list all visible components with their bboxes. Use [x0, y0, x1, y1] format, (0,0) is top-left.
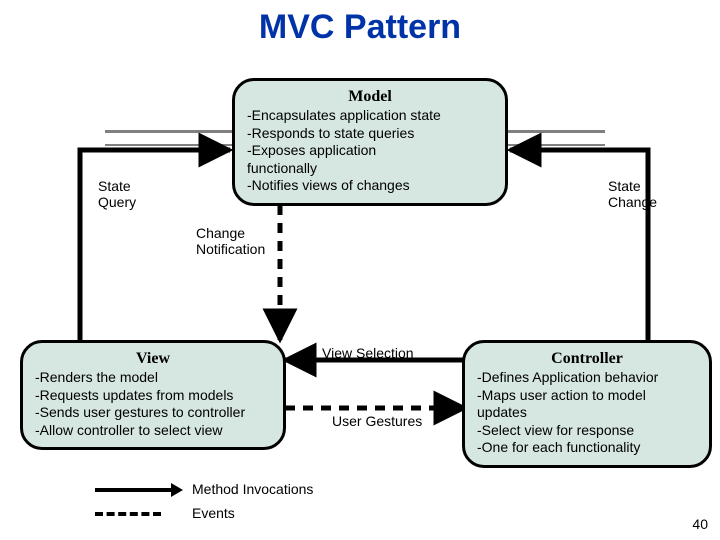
view-line: -Requests updates from models — [35, 387, 271, 405]
controller-line: -One for each functionality — [477, 439, 697, 457]
controller-line: -Defines Application behavior — [477, 369, 697, 387]
controller-line: updates — [477, 404, 697, 422]
view-line: -Allow controller to select view — [35, 422, 271, 440]
view-heading: View — [35, 349, 271, 369]
legend-solid-label: Method Invocations — [192, 481, 313, 497]
view-line: -Sends user gestures to controller — [35, 404, 271, 422]
model-line: -Responds to state queries — [247, 125, 493, 143]
controller-box: Controller -Defines Application behavior… — [462, 340, 712, 468]
model-heading: Model — [247, 87, 493, 107]
legend-dashed-label: Events — [192, 505, 235, 521]
label-state-change: State Change — [608, 178, 657, 210]
controller-line: -Select view for response — [477, 422, 697, 440]
model-line: functionally — [247, 160, 493, 178]
label-change-notification: Change Notification — [196, 225, 265, 257]
controller-line: -Maps user action to model — [477, 387, 697, 405]
model-line: -Exposes application — [247, 142, 493, 160]
model-box: Model -Encapsulates application state -R… — [232, 78, 508, 206]
label-user-gestures: User Gestures — [332, 413, 422, 429]
model-line: -Notifies views of changes — [247, 177, 493, 195]
model-line: -Encapsulates application state — [247, 107, 493, 125]
view-box: View -Renders the model -Requests update… — [20, 340, 286, 450]
controller-heading: Controller — [477, 349, 697, 369]
label-state-query: State Query — [98, 178, 136, 210]
slide: MVC Pattern Model -Encapsulates applicat… — [0, 0, 720, 540]
view-line: -Renders the model — [35, 369, 271, 387]
label-view-selection: View Selection — [322, 345, 414, 361]
